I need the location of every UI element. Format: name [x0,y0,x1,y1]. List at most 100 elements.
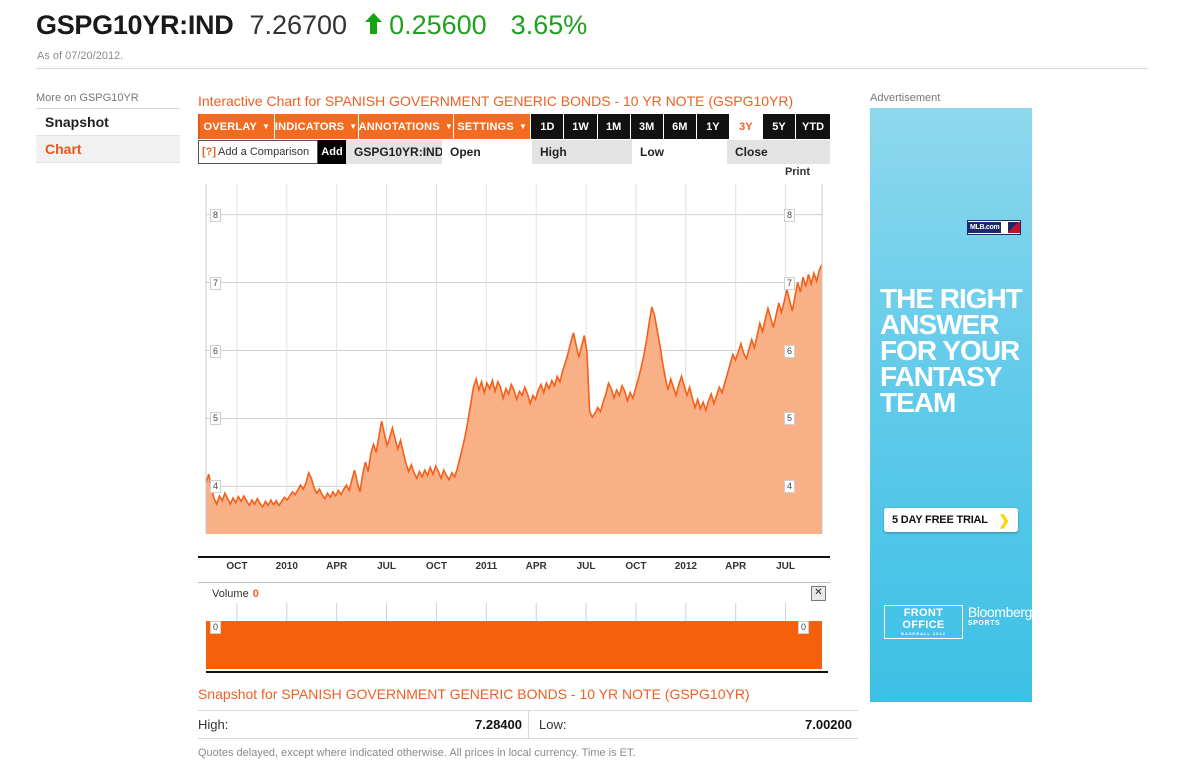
snapshot-row-low: Low: 7.00200 [528,711,858,738]
last-price: 7.26700 [249,10,348,40]
mlb-mark-icon [1008,222,1020,233]
advertisement-section: Advertisement MLB.com THE RIGHT ANSWER F… [870,92,1032,702]
y-axis-tick-label: 6 [784,344,796,358]
x-axis-tick-label: JUL [576,561,596,572]
disclaimer-text: Quotes delayed, except where indicated o… [198,747,636,759]
volume-chart-svg [206,603,822,669]
x-axis-tick-label: 2011 [475,561,498,572]
field-open: Open [442,140,532,164]
x-axis-tick-label: 2012 [674,561,697,572]
range-ytd[interactable]: YTD [796,114,830,139]
price-area-fill [206,264,822,534]
comparison-and-ohlc-bar: [?] Add a Comparison Add GSPG10YR:IND Op… [198,140,830,164]
snapshot-section: Snapshot for SPANISH GOVERNMENT GENERIC … [198,686,858,759]
free-trial-label: 5 DAY FREE TRIAL [892,514,988,526]
chart-title: Interactive Chart for SPANISH GOVERNMENT… [198,93,794,109]
range-1m[interactable]: 1M [597,114,631,139]
snapshot-table: High: 7.28400 Low: 7.00200 [198,710,858,739]
field-low: Low [632,140,727,164]
header-divider [36,68,1148,69]
change-percent: 3.65% [510,10,588,40]
chevron-down-icon: ▼ [262,122,271,131]
close-icon[interactable]: ✕ [811,586,826,601]
menu-indicators-label: INDICATORS [274,120,345,133]
chevron-down-icon: ▼ [518,122,528,131]
front-office-logo-label: FRONT OFFICE [902,607,945,631]
sidebar-item-snapshot[interactable]: Snapshot [36,109,180,136]
menu-settings[interactable]: SETTINGS ▼ [453,114,532,139]
snapshot-high-key: High: [198,717,229,732]
y-axis-tick-label: 7 [210,276,222,290]
x-axis-tick-label: 2010 [275,561,298,572]
snapshot-low-value: 7.00200 [805,717,852,732]
field-symbol: GSPG10YR:IND [346,140,443,164]
range-1w[interactable]: 1W [564,114,598,139]
volume-baseline [206,671,828,673]
volume-axis-label-right: 0 [798,621,810,634]
snapshot-low-key: Low: [539,717,567,732]
ticker-symbol: GSPG10YR:IND [36,10,234,40]
ad-headline-line-5: TEAM [880,387,956,418]
range-3y[interactable]: 3Y [729,114,763,139]
add-button[interactable]: Add [318,140,346,164]
y-axis-tick-label: 8 [784,208,796,222]
menu-annotations[interactable]: ANNOTATIONS ▼ [358,114,454,139]
x-axis-tick-label: OCT [425,561,447,572]
x-axis-tick-label: JUL [776,561,796,572]
front-office-logo: FRONT OFFICE BASEBALL 2012 [884,605,963,639]
x-axis-tick-label: JUL [377,561,396,572]
x-axis-tick-label: APR [326,561,348,572]
print-link[interactable]: Print [785,166,810,178]
range-5y[interactable]: 5Y [762,114,797,139]
menu-indicators[interactable]: INDICATORS ▼ [274,114,359,139]
y-axis-tick-label: 4 [784,480,796,494]
x-axis: OCT 2010 APR JUL OCT 2011 APR JUL OCT 2012 APR JUL [198,556,830,580]
y-axis-tick-label: 6 [210,344,222,358]
menu-overlay[interactable]: OVERLAY ▼ [200,114,275,139]
chart-panel: Interactive Chart for SPANISH GOVERNMENT… [198,92,838,673]
snapshot-title: Snapshot for SPANISH GOVERNMENT GENERIC … [198,686,750,702]
add-comparison-input[interactable]: [?] Add a Comparison [198,140,318,164]
bloomberg-sports-logo: Bloomberg SPORTS [968,605,1032,628]
volume-label: Volume 0 [212,588,259,600]
range-3m[interactable]: 3M [630,114,664,139]
menu-overlay-label: OVERLAY [203,120,258,133]
field-high: High [532,140,632,164]
snapshot-row-high: High: 7.28400 [198,711,528,738]
volume-panel: Volume 0 ✕ 0 0 [198,582,830,673]
sidebar-title: More on GSPG10YR [36,92,139,104]
range-1d[interactable]: 1D [531,114,565,139]
chart-toolbar: OVERLAY ▼ INDICATORS ▼ ANNOTATIONS ▼ SET… [198,114,830,139]
change-absolute: 0.25600 [389,10,487,40]
snapshot-high-value: 7.28400 [475,717,522,732]
x-axis-tick-label: APR [725,561,747,572]
mlb-logo-label: MLB.com [968,222,1002,233]
bloomberg-logo-sub: SPORTS [967,620,1001,627]
volume-axis-label-left: 0 [210,621,222,634]
advertisement-label: Advertisement [870,92,941,104]
front-office-logo-sub: BASEBALL 2012 [901,631,946,636]
help-marker-icon[interactable]: [?] [202,146,216,158]
field-close: Close [727,140,830,164]
chevron-right-icon: ❯ [998,511,1010,528]
range-6m[interactable]: 6M [663,114,697,139]
ad-headline: THE RIGHT ANSWER FOR YOUR FANTASY TEAM [880,285,1028,418]
sidebar-item-chart[interactable]: Chart [36,136,180,163]
quote-header: GSPG10YR:IND 7.26700 0.25600 3.65% As of… [0,0,1184,70]
advertisement-banner[interactable]: MLB.com THE RIGHT ANSWER FOR YOUR FANTAS… [870,108,1032,702]
mlb-logo-icon: MLB.com [967,220,1021,235]
chevron-down-icon: ▼ [349,122,358,131]
volume-caption: Volume [212,588,249,600]
range-1y[interactable]: 1Y [696,114,730,139]
add-comparison-value: Add a Comparison [218,146,310,158]
x-axis-tick-label: OCT [625,561,647,572]
bloomberg-logo-label: Bloomberg [967,604,1032,620]
free-trial-button[interactable]: 5 DAY FREE TRIAL ❯ [884,508,1018,532]
as-of-timestamp: As of 07/20/2012. [37,50,124,62]
volume-gridlines [236,603,787,621]
y-axis-tick-label: 5 [784,412,796,426]
x-axis-tick-label: APR [525,561,547,572]
menu-settings-label: SETTINGS [457,120,514,133]
menu-annotations-label: ANNOTATIONS [358,120,440,133]
price-plot-area[interactable]: Print 8 7 6 5 4 8 7 6 5 4 [198,166,830,556]
